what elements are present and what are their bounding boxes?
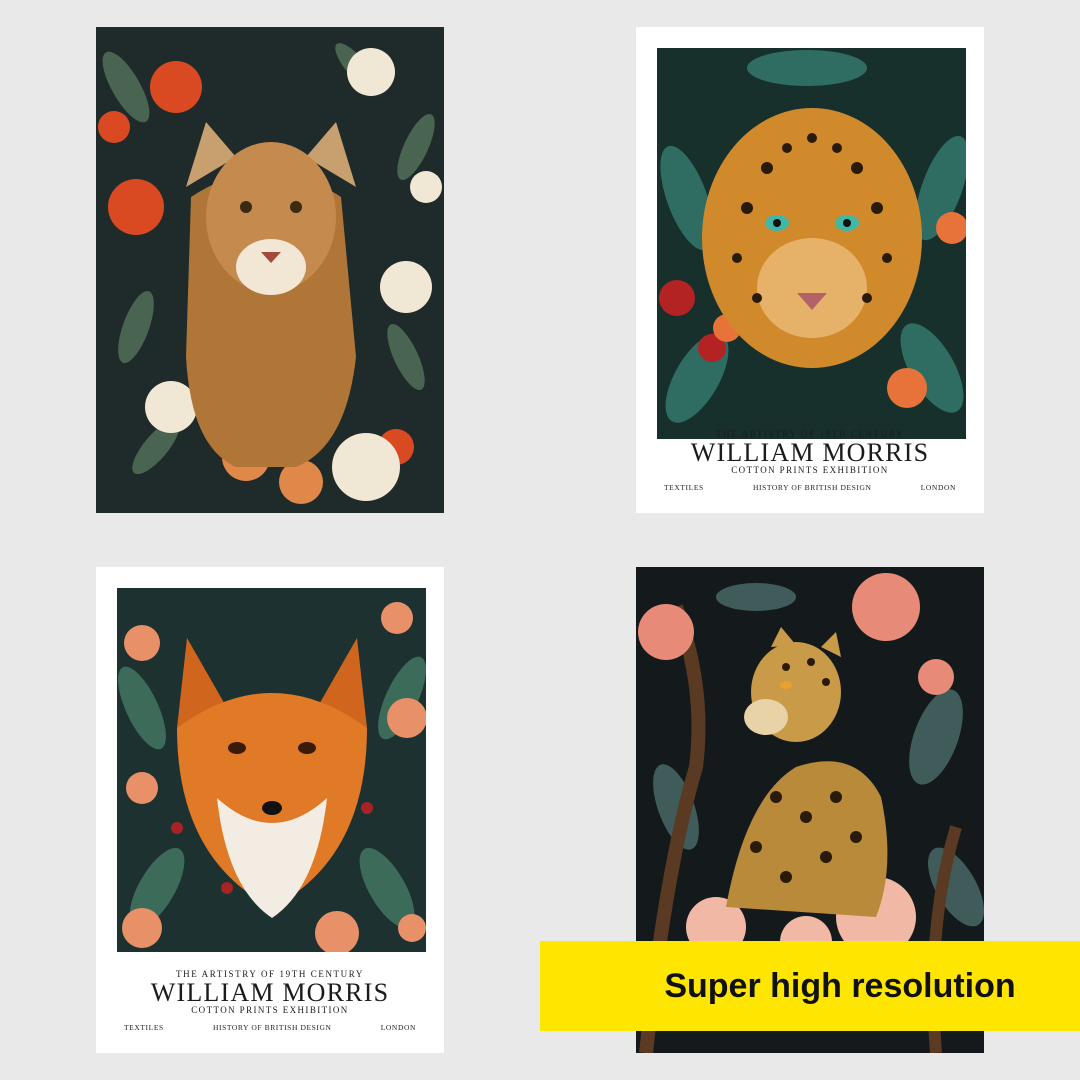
poster-fox-exhibition[interactable]: THE ARTISTRY OF 19TH CENTURY WILLIAM MOR… bbox=[96, 567, 444, 1053]
caption-footer: TEXTILES HISTORY OF BRITISH DESIGN LONDO… bbox=[664, 483, 956, 492]
fox-artwork bbox=[117, 588, 426, 952]
footer-left: TEXTILES bbox=[124, 1023, 164, 1032]
caption-title: WILLIAM MORRIS bbox=[690, 438, 930, 467]
footer-center: HISTORY OF BRITISH DESIGN bbox=[212, 1023, 332, 1032]
footer-right: LONDON bbox=[920, 483, 956, 492]
resolution-banner: Super high resolution bbox=[540, 941, 1080, 1031]
poster-leopard-exhibition[interactable]: THE ARTISTRY OF 19TH CENTURY WILLIAM MOR… bbox=[636, 27, 984, 513]
footer-center: HISTORY OF BRITISH DESIGN bbox=[752, 483, 872, 492]
caption-title: WILLIAM MORRIS bbox=[150, 978, 390, 1007]
footer-right: LONDON bbox=[380, 1023, 416, 1032]
cougar-artwork bbox=[96, 27, 444, 513]
caption-subtitle: COTTON PRINTS EXHIBITION bbox=[191, 1005, 349, 1015]
caption-subtitle: COTTON PRINTS EXHIBITION bbox=[731, 465, 889, 475]
banner-text: Super high resolution bbox=[664, 966, 1016, 1005]
footer-left: TEXTILES bbox=[664, 483, 704, 492]
caption-footer: TEXTILES HISTORY OF BRITISH DESIGN LONDO… bbox=[124, 1023, 416, 1032]
leopard-face-artwork bbox=[657, 48, 966, 439]
poster-cougar[interactable] bbox=[96, 27, 444, 513]
